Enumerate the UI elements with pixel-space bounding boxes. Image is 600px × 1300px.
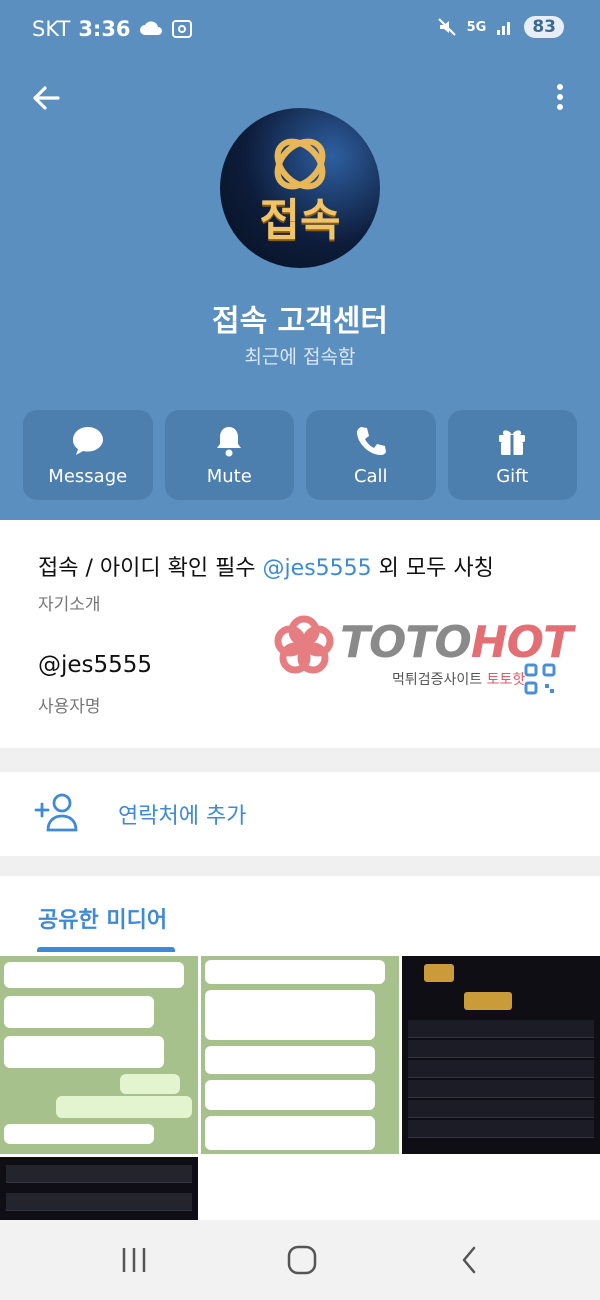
gold-tab-shape bbox=[464, 992, 512, 1010]
username-label: 사용자명 bbox=[38, 697, 101, 717]
action-buttons: Message Mute Call Gift bbox=[23, 410, 577, 500]
table-row-shape bbox=[408, 1040, 594, 1058]
last-seen-status: 최근에 접속함 bbox=[244, 346, 356, 368]
media-thumbnail[interactable] bbox=[402, 956, 600, 1154]
add-contact-icon bbox=[34, 793, 78, 832]
bio-text-start: 접속 / 아이디 확인 필수 bbox=[38, 556, 263, 581]
bio-mention-link[interactable]: @jes5555 bbox=[263, 556, 372, 581]
gift-icon bbox=[499, 430, 526, 455]
chat-bubble-shape bbox=[56, 1096, 192, 1118]
shared-media-section: 공유한 미디어 bbox=[0, 876, 600, 1220]
watermark-brand-accent: HOT bbox=[470, 617, 573, 668]
shared-media-tab[interactable]: 공유한 미디어 bbox=[38, 902, 167, 934]
message-button[interactable]: Message bbox=[23, 410, 153, 500]
info-card: 접속 / 아이디 확인 필수 @jes5555 외 모두 사칭 자기소개 @je… bbox=[0, 520, 600, 748]
mute-button[interactable]: Mute bbox=[164, 410, 294, 500]
table-row-shape bbox=[408, 1060, 594, 1078]
qr-code-icon bbox=[524, 663, 556, 695]
message-label: Message bbox=[48, 466, 128, 487]
media-thumbnail[interactable] bbox=[0, 1157, 198, 1220]
chat-bubble-shape bbox=[4, 962, 184, 988]
status-right: 5G 83 bbox=[437, 16, 564, 38]
profile-header: SKT 3:36 5G 83 접속 접속 고객센터 최근에 접속함 Messag… bbox=[0, 0, 600, 520]
flower-logo-icon bbox=[274, 615, 334, 674]
gift-button[interactable]: Gift bbox=[447, 410, 577, 500]
message-icon bbox=[72, 427, 103, 455]
watermark-subtitle: 먹튀검증사이트 토토핫 bbox=[392, 669, 525, 689]
carrier-label: SKT bbox=[32, 17, 71, 41]
mute-label: Mute bbox=[206, 466, 252, 487]
table-row-shape bbox=[6, 1193, 192, 1211]
status-left: SKT 3:36 bbox=[32, 17, 193, 41]
chat-bubble-shape bbox=[205, 1116, 375, 1150]
mute-status-icon bbox=[437, 18, 456, 36]
bell-icon bbox=[217, 427, 242, 457]
status-bar: SKT 3:36 5G 83 bbox=[0, 0, 600, 60]
bio-text[interactable]: 접속 / 아이디 확인 필수 @jes5555 외 모두 사칭 bbox=[38, 550, 494, 582]
more-menu-icon[interactable] bbox=[548, 80, 572, 116]
avatar-title: 접속 bbox=[259, 195, 341, 246]
chat-bubble-shape bbox=[4, 1036, 164, 1068]
table-row-shape bbox=[408, 1120, 594, 1138]
watermark-logo: TOTOHOT 먹튀검증사이트 토토핫 bbox=[272, 613, 592, 703]
media-thumbnail[interactable] bbox=[201, 956, 399, 1154]
back-nav-icon[interactable] bbox=[448, 1238, 492, 1282]
phone-icon bbox=[356, 427, 386, 455]
chat-bubble-shape bbox=[205, 1046, 375, 1074]
chat-bubble-shape bbox=[205, 1080, 375, 1110]
system-navigation-bar bbox=[0, 1220, 600, 1300]
recent-apps-icon[interactable] bbox=[112, 1238, 156, 1282]
bio-label: 자기소개 bbox=[38, 595, 101, 615]
clock: 3:36 bbox=[78, 17, 131, 41]
bio-text-end: 외 모두 사칭 bbox=[371, 556, 494, 581]
gift-label: Gift bbox=[496, 466, 529, 487]
cloud-sync-icon bbox=[139, 21, 162, 35]
screenshot-icon bbox=[171, 20, 192, 38]
add-contact-label: 연락처에 추가 bbox=[118, 804, 247, 829]
watermark-sub-accent: 토토핫 bbox=[486, 672, 526, 688]
tab-indicator bbox=[37, 947, 175, 952]
home-icon[interactable] bbox=[280, 1238, 324, 1282]
chat-bubble-shape bbox=[4, 1124, 154, 1144]
signal-icon bbox=[497, 22, 511, 35]
network-type: 5G bbox=[466, 19, 487, 35]
avatar[interactable]: 접속 bbox=[220, 108, 380, 268]
table-row-shape bbox=[6, 1165, 192, 1183]
call-label: Call bbox=[353, 466, 388, 487]
table-row-shape bbox=[408, 1080, 594, 1098]
chat-bubble-shape bbox=[205, 960, 385, 984]
media-thumbnail[interactable] bbox=[0, 956, 198, 1154]
watermark-brand: TOTOHOT bbox=[340, 617, 573, 668]
chat-bubble-shape bbox=[205, 990, 375, 1040]
battery-level: 83 bbox=[524, 16, 564, 38]
table-row-shape bbox=[408, 1020, 594, 1038]
profile-screen: SKT 3:36 5G 83 접속 접속 고객센터 최근에 접속함 Messag… bbox=[0, 0, 600, 1300]
call-button[interactable]: Call bbox=[306, 410, 436, 500]
chat-bubble-shape bbox=[4, 996, 154, 1028]
add-to-contacts-row[interactable]: 연락처에 추가 bbox=[0, 772, 600, 856]
watermark-sub-main: 먹튀검증사이트 bbox=[392, 672, 487, 688]
back-arrow-icon[interactable] bbox=[28, 80, 64, 116]
watermark-brand-main: TOTO bbox=[340, 617, 472, 668]
username-value[interactable]: @jes5555 bbox=[38, 652, 152, 678]
chat-bubble-shape bbox=[120, 1074, 180, 1094]
table-row-shape bbox=[408, 1100, 594, 1118]
profile-name: 접속 고객센터 bbox=[211, 304, 389, 339]
gold-tab-shape bbox=[424, 964, 454, 982]
